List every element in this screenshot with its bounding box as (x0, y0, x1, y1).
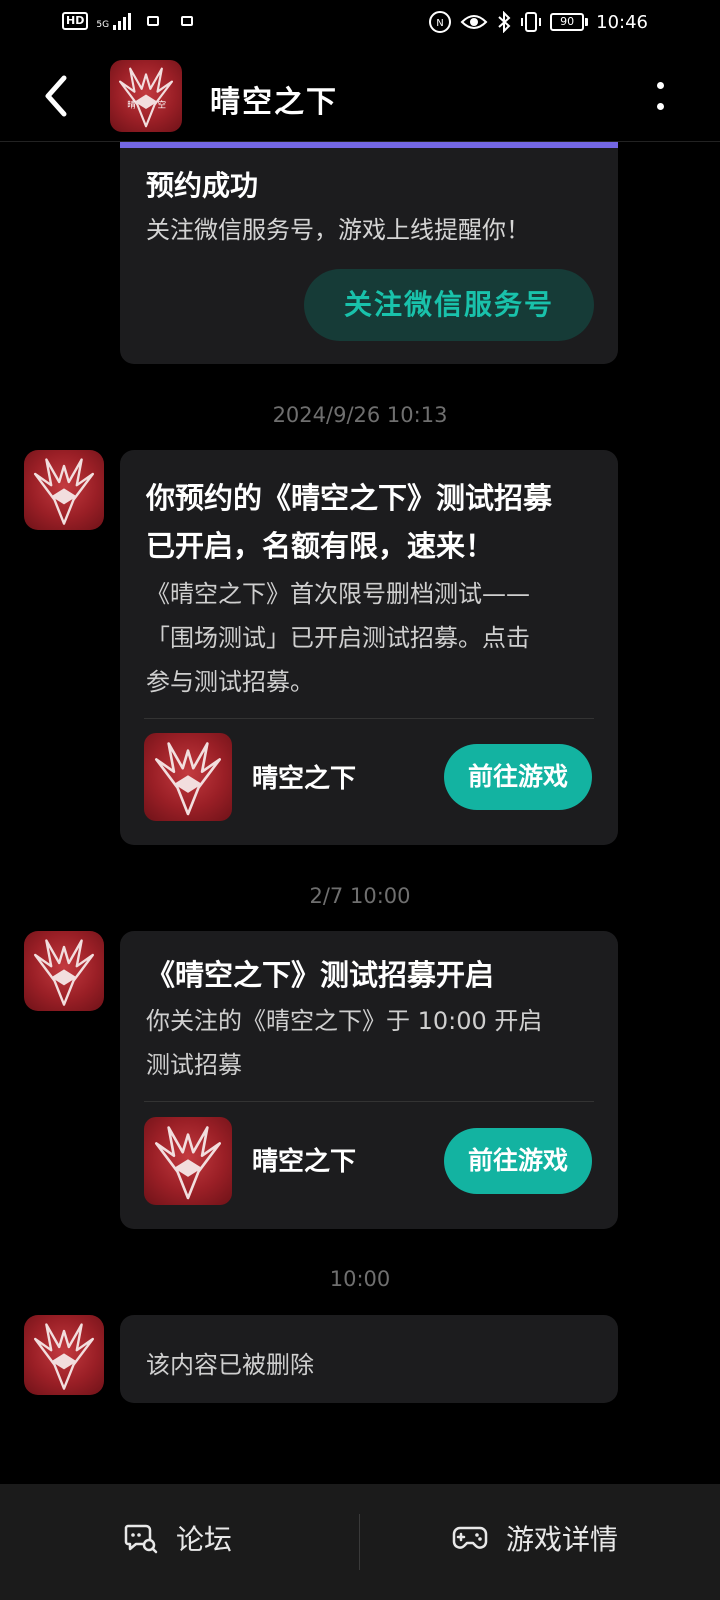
chevron-left-icon (45, 75, 67, 117)
message-card: 《晴空之下》测试招募开启 你关注的《晴空之下》于 10:00 开启 测试招募 晴… (120, 931, 618, 1229)
bluetooth-icon (498, 11, 511, 33)
game-name: 晴空之下 (252, 1147, 357, 1177)
bottom-nav: 论坛 游戏详情 (0, 1484, 720, 1600)
nav-forum[interactable]: 论坛 (124, 1518, 232, 1558)
deleted-message-card: 该内容已被删除 (120, 1315, 618, 1403)
svg-text:空: 空 (158, 99, 167, 111)
accent-bar (120, 142, 618, 148)
battery-level: 90 (550, 13, 585, 31)
svg-text:晴: 晴 (127, 99, 136, 111)
nav-divider (359, 1514, 360, 1570)
back-button[interactable] (36, 72, 76, 120)
game-logo-icon: 晴空 (110, 60, 182, 132)
hd-badge: HD (62, 12, 89, 30)
card-title: 预约成功 (146, 169, 259, 202)
deleted-notice: 该内容已被删除 (146, 1351, 314, 1379)
vibrate-icon (521, 12, 542, 32)
card-text-line-1: 你关注的《晴空之下》于 10:00 开启 (146, 1007, 543, 1035)
game-name: 晴空之下 (252, 764, 357, 794)
game-icon[interactable] (144, 1117, 232, 1205)
card-title: 《晴空之下》测试招募开启 (146, 958, 495, 992)
go-to-game-button[interactable]: 前往游戏 (444, 1128, 592, 1194)
card-title-line-1: 你预约的《晴空之下》测试招募 (146, 481, 553, 515)
sender-avatar[interactable] (24, 931, 104, 1011)
game-logo-icon (144, 733, 232, 821)
card-title-line-2: 已开启，名额有限，速来！ (146, 529, 495, 563)
message-card: 你预约的《晴空之下》测试招募 已开启，名额有限，速来！ 《晴空之下》首次限号删档… (120, 450, 618, 845)
status-time: 10:46 (596, 11, 648, 33)
nav-game-details-label: 游戏详情 (506, 1523, 619, 1556)
nav-game-details[interactable]: 游戏详情 (452, 1518, 618, 1558)
divider (144, 718, 594, 719)
status-left: HD 5G (62, 12, 194, 30)
card-text-line-3: 参与测试招募。 (146, 668, 314, 696)
card-text-line-2: 「围场测试」已开启测试招募。点击 (146, 624, 530, 652)
game-icon[interactable] (144, 733, 232, 821)
notification-icon (147, 16, 160, 26)
card-text-line-1: 《晴空之下》首次限号删档测试—— (146, 580, 530, 608)
follow-wechat-button[interactable]: 关注微信服务号 (304, 269, 594, 341)
chat-header: 晴空 晴空之下 (0, 50, 720, 142)
sender-avatar[interactable] (24, 450, 104, 530)
sender-avatar[interactable] (24, 1315, 104, 1395)
game-logo-icon (144, 1117, 232, 1205)
svg-text:N: N (436, 18, 443, 29)
go-to-game-button[interactable]: 前往游戏 (444, 744, 592, 810)
message-timestamp: 2/7 10:00 (309, 884, 411, 908)
dot-icon (656, 82, 664, 89)
status-bar: HD 5G N 90 10:46 (0, 0, 720, 50)
divider (144, 1101, 594, 1102)
reservation-success-card: 预约成功 关注微信服务号，游戏上线提醒你！ 关注微信服务号 (120, 142, 618, 364)
game-avatar[interactable]: 晴空 (110, 60, 182, 132)
nfc-icon: N (429, 11, 452, 33)
card-text: 关注微信服务号，游戏上线提醒你！ (146, 216, 530, 244)
message-timestamp: 2024/9/26 10:13 (272, 403, 448, 427)
forum-icon (124, 1524, 158, 1554)
game-logo-icon (24, 450, 104, 530)
signal-icon: 5G (96, 12, 132, 30)
more-menu-button[interactable] (654, 82, 666, 110)
message-timestamp: 10:00 (329, 1267, 391, 1291)
status-right: N 90 10:46 (428, 10, 648, 34)
dot-icon (656, 103, 664, 110)
gamepad-icon (452, 1526, 488, 1549)
game-logo-icon (24, 931, 104, 1011)
eye-icon (460, 15, 488, 29)
game-logo-icon (24, 1315, 104, 1395)
nav-forum-label: 论坛 (176, 1523, 233, 1556)
battery-icon: 90 (550, 13, 589, 31)
page-title: 晴空之下 (210, 85, 338, 120)
notification-icon (181, 16, 194, 26)
card-text-line-2: 测试招募 (146, 1051, 242, 1079)
network-type: 5G (96, 20, 110, 30)
